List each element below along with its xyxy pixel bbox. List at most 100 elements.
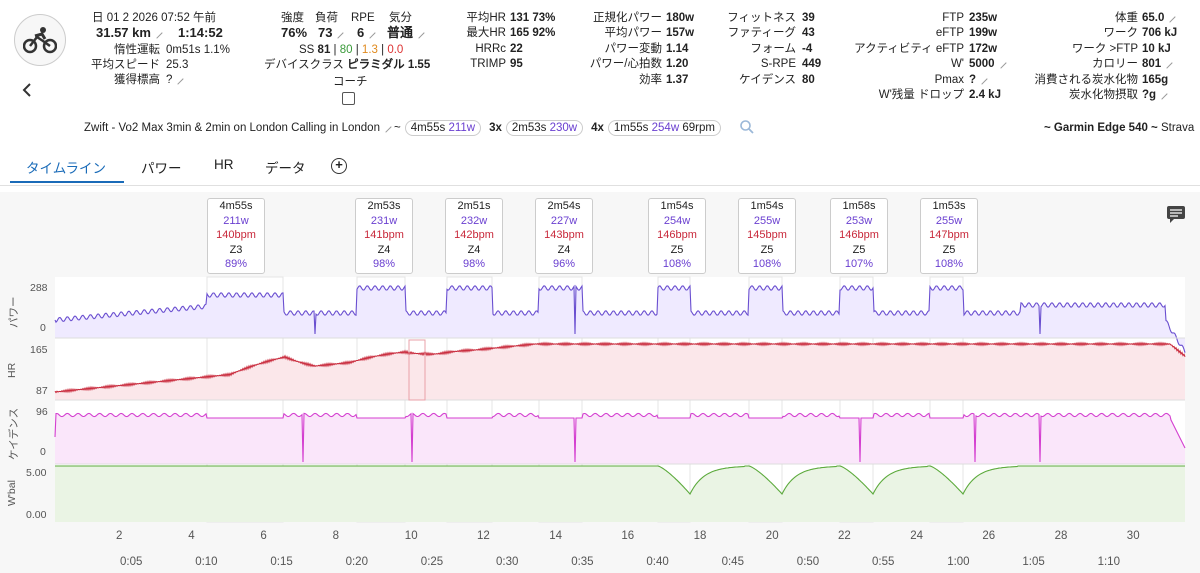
interval-pw: 232w — [460, 214, 488, 227]
lap-number[interactable]: 2 — [116, 530, 122, 542]
chip-power: 254w — [651, 122, 680, 134]
lap-number[interactable]: 6 — [260, 530, 266, 542]
activity-date[interactable]: 日 01 2 2026 07:52 午前 — [92, 10, 216, 26]
edit-icon[interactable] — [1164, 11, 1177, 23]
lap-number[interactable]: 28 — [1055, 530, 1068, 542]
wbal-axis-label: W'bal — [6, 480, 18, 506]
lap-number[interactable]: 14 — [549, 530, 562, 542]
interval-card[interactable]: 1m53s 255w 147bpm Z5 108% — [920, 198, 978, 274]
interval-hr: 143bpm — [544, 229, 584, 241]
weight-value[interactable]: 65.0 — [1142, 10, 1177, 26]
interval-pw: 255w — [935, 214, 963, 227]
time-tick: 0:35 — [571, 556, 594, 568]
time-tick: 0:10 — [195, 556, 218, 568]
interval-card[interactable]: 4m55s 211w 140bpm Z3 89% — [207, 198, 265, 274]
device-class-row: デバイスクラス ピラミダル 1.55 — [264, 57, 430, 73]
max-hr-value: 165 92% — [510, 27, 556, 39]
efficiency-label: 効率 — [639, 74, 662, 86]
comment-icon[interactable] — [1166, 205, 1186, 223]
interval-card[interactable]: 1m54s 255w 145bpm Z5 108% — [738, 198, 796, 274]
edit-icon[interactable] — [1156, 88, 1168, 100]
edit-icon[interactable] — [1161, 57, 1173, 69]
hrrc-label: HRRc — [475, 43, 506, 55]
mood-text: 普通 — [387, 25, 414, 40]
source-name[interactable]: Strava — [1161, 122, 1194, 134]
tab-hr[interactable]: HR — [214, 157, 234, 183]
interval-card[interactable]: 2m54s 227w 143bpm Z4 96% — [535, 198, 593, 274]
interval-chip-2[interactable]: 2m53s 230w — [505, 120, 584, 136]
device-class-label: デバイスクラス — [264, 59, 344, 71]
interval-pct: 108% — [752, 258, 782, 270]
lap-number[interactable]: 22 — [838, 530, 851, 542]
work-label: ワーク — [1103, 27, 1139, 39]
carbs-used-label: 消費される炭水化物 — [1034, 74, 1139, 86]
interval-card[interactable]: 1m54s 254w 146bpm Z5 108% — [648, 198, 706, 274]
edit-icon[interactable] — [976, 73, 988, 85]
lap-number[interactable]: 20 — [766, 530, 779, 542]
work-above-ftp-value: 10 kJ — [1142, 43, 1171, 55]
interval-card[interactable]: 2m53s 231w 141bpm Z4 98% — [355, 198, 413, 274]
carbs-intake-value[interactable]: ?g — [1142, 87, 1168, 103]
lap-number[interactable]: 24 — [910, 530, 923, 542]
rpe-value[interactable]: 6 — [357, 25, 376, 41]
time-tick: 1:10 — [1097, 556, 1120, 568]
back-arrow-icon[interactable] — [20, 82, 36, 98]
lap-number[interactable]: 30 — [1127, 530, 1140, 542]
edit-icon[interactable] — [413, 27, 425, 39]
tab-power[interactable]: パワー — [141, 157, 182, 183]
chip-cadence: 69rpm — [682, 122, 715, 134]
lap-number[interactable]: 16 — [621, 530, 634, 542]
time-tick: 1:05 — [1022, 556, 1045, 568]
edit-icon[interactable] — [151, 27, 163, 39]
interval-hr: 146bpm — [839, 229, 879, 241]
elevation-label: 獲得標高 — [114, 74, 160, 86]
chip-count: 3x — [489, 122, 502, 134]
edit-icon[interactable] — [172, 73, 185, 85]
wprime-label: W' — [950, 58, 964, 70]
timeline-chart[interactable] — [0, 192, 1200, 573]
np-value: 180w — [666, 12, 695, 24]
time-tick: 0:25 — [420, 556, 444, 568]
cadence-axis-min: 0 — [40, 446, 46, 458]
interval-card[interactable]: 1m58s 253w 146bpm Z5 107% — [830, 198, 888, 274]
edit-icon[interactable] — [332, 27, 345, 39]
activity-name-text: Zwift - Vo2 Max 3min & 2min on London Ca… — [84, 122, 380, 134]
interval-chip-1[interactable]: 4m55s 211w — [404, 120, 482, 136]
interval-zone: Z3 — [229, 243, 243, 256]
chip-power: 230w — [549, 122, 578, 134]
power-var-value: 1.14 — [666, 43, 689, 55]
interval-chip-3[interactable]: 1m55s 254w 69rpm — [607, 120, 721, 136]
edit-icon[interactable] — [380, 121, 392, 133]
add-tab-icon[interactable]: + — [331, 158, 347, 174]
interval-pw: 255w — [753, 214, 781, 227]
carbs-intake-text: ?g — [1142, 89, 1157, 101]
elevation-value[interactable]: ? — [166, 72, 185, 88]
coach-checkbox[interactable] — [342, 92, 355, 105]
lap-number[interactable]: 8 — [333, 530, 339, 542]
time-tick: 0:30 — [496, 556, 519, 568]
weight-label: 体重 — [1115, 12, 1138, 24]
power-var-label: パワー変動 — [604, 43, 663, 55]
chip-duration: 2m53s — [511, 122, 547, 134]
interval-card[interactable]: 2m51s 232w 142bpm Z4 98% — [445, 198, 503, 274]
activity-name[interactable]: Zwift - Vo2 Max 3min & 2min on London Ca… — [84, 121, 392, 134]
tab-data[interactable]: データ — [265, 157, 306, 183]
distance-value[interactable]: 31.57 km — [96, 25, 163, 41]
tab-timeline[interactable]: タイムライン — [10, 157, 124, 183]
interval-dur: 1m54s — [750, 200, 784, 212]
edit-icon[interactable] — [364, 27, 376, 39]
lap-number[interactable]: 4 — [188, 530, 194, 542]
fitness-value: 39 — [802, 12, 815, 24]
power-hr-value: 1.20 — [666, 58, 689, 70]
mood-value[interactable]: 普通 — [387, 25, 425, 41]
search-icon[interactable] — [739, 119, 755, 138]
lap-number[interactable]: 18 — [694, 530, 707, 542]
calories-value[interactable]: 801 — [1142, 56, 1173, 72]
lap-number[interactable]: 26 — [982, 530, 995, 542]
lap-number[interactable]: 10 — [405, 530, 418, 542]
cadence-area — [55, 413, 1185, 464]
load-value[interactable]: 73 — [318, 25, 345, 41]
pmax-value[interactable]: ? — [969, 72, 988, 88]
lap-number[interactable]: 12 — [477, 530, 490, 542]
chip-count: 4x — [591, 122, 604, 134]
